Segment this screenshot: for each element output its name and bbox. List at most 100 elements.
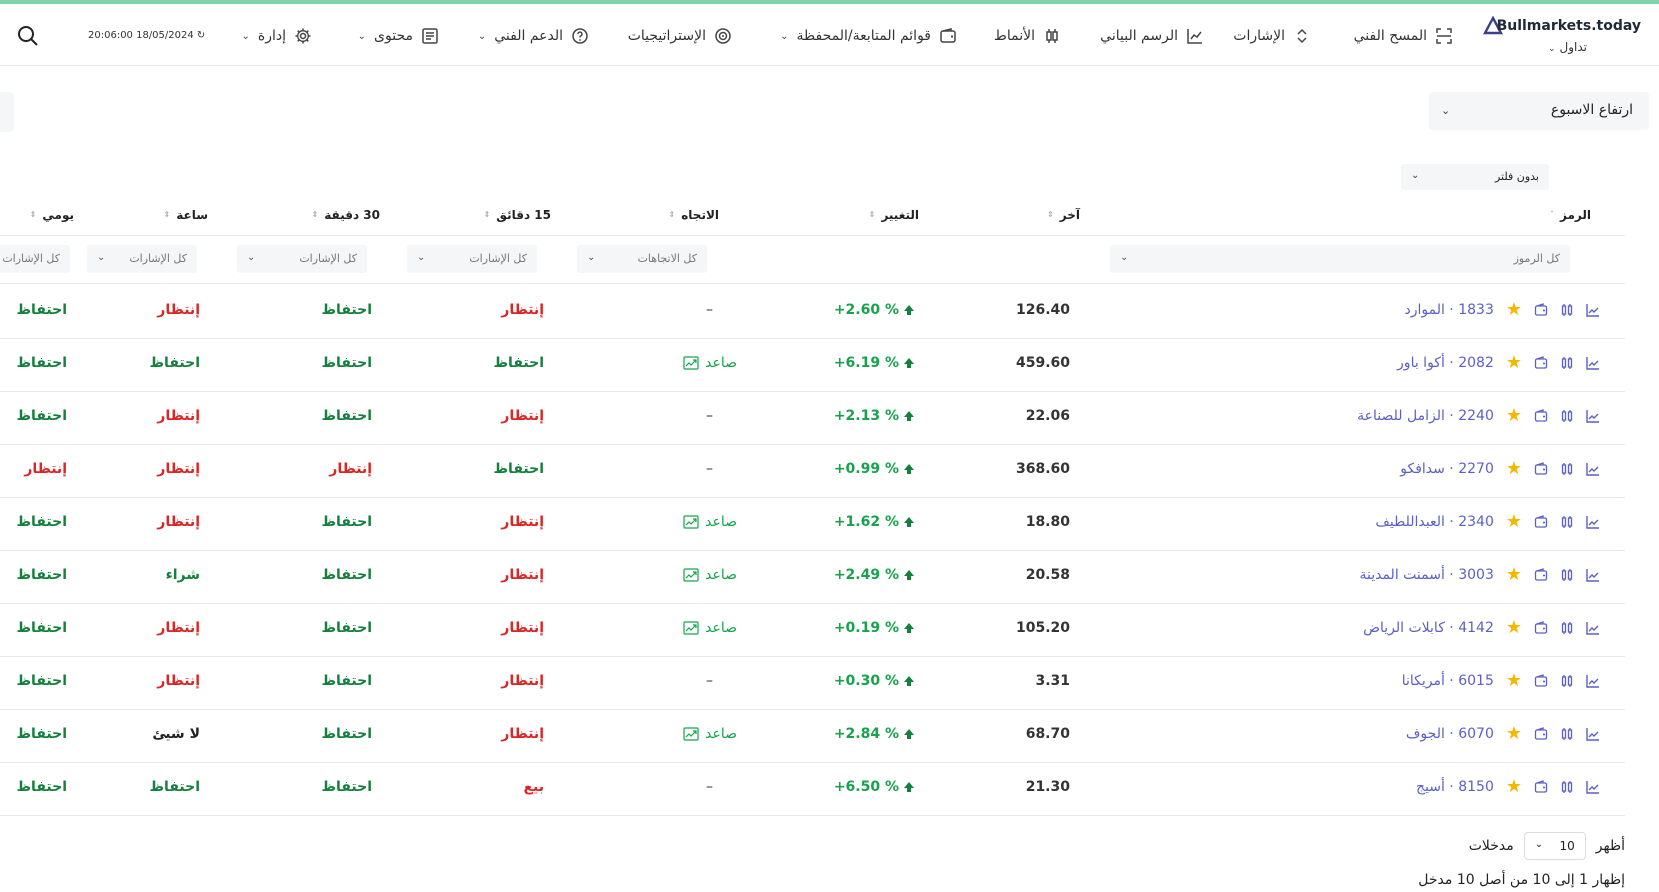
chart-icon[interactable] <box>1586 515 1600 529</box>
page-length-select[interactable]: 10 ⌄ <box>1523 832 1586 860</box>
candlestick-icon[interactable] <box>1560 727 1574 741</box>
refresh-icon[interactable]: ↻ <box>197 30 205 41</box>
symbol-name: سدافكو <box>1400 461 1445 477</box>
row-actions: ★ <box>1506 672 1600 690</box>
candlestick-icon[interactable] <box>1560 409 1574 423</box>
wallet-icon[interactable] <box>1534 356 1548 370</box>
table-row: ★ 2270 · سدافكو 368.60 +0.99 % – احتفاظ … <box>0 444 1625 498</box>
nav-content[interactable]: محتوى ⌄ <box>358 22 439 50</box>
wallet-icon[interactable] <box>1534 303 1548 317</box>
chart-icon[interactable] <box>1586 356 1600 370</box>
brand[interactable]: Bullmarkets.today تداول⌄ <box>1481 12 1641 58</box>
chart-icon[interactable] <box>1586 409 1600 423</box>
preset-select[interactable]: ارتفاع الاسبوع ⌄ <box>1429 92 1649 130</box>
nav-technical-scan[interactable]: المسح الفني <box>1354 22 1453 50</box>
wallet-icon[interactable] <box>1534 568 1548 582</box>
symbol-link[interactable]: 6070 · الجوف <box>1406 726 1494 742</box>
col-symbol[interactable]: الرمز ˄ <box>1550 208 1591 222</box>
candlestick-icon[interactable] <box>1560 621 1574 635</box>
top-navbar: Bullmarkets.today تداول⌄ المسح الفني الإ… <box>0 4 1659 66</box>
nav-strategies[interactable]: الإستراتيجيات <box>628 22 732 50</box>
signal-15min: إنتظار <box>501 514 544 530</box>
star-icon[interactable]: ★ <box>1506 460 1522 478</box>
symbol-link[interactable]: 2082 · أكوا باور <box>1397 355 1494 371</box>
signal-daily: إنتظار <box>24 461 67 477</box>
trend-cell: – <box>706 673 713 689</box>
candlestick-icon[interactable] <box>1560 462 1574 476</box>
signal-daily: احتفاظ <box>16 779 67 795</box>
trending-up-icon <box>683 621 699 635</box>
nav-patterns[interactable]: الأنماط <box>994 22 1061 50</box>
chart-icon[interactable] <box>1586 303 1600 317</box>
signal-filter-30min[interactable]: كل الإشارات ⌄ <box>237 245 367 273</box>
symbol-name: كابلات الرياض <box>1363 620 1445 636</box>
trend-filter-value: كل الاتجاهات <box>637 252 697 265</box>
filter-select[interactable]: بدون فلتر ⌄ <box>1401 164 1549 190</box>
wallet-icon[interactable] <box>1534 515 1548 529</box>
chart-icon[interactable] <box>1586 462 1600 476</box>
chart-icon[interactable] <box>1586 621 1600 635</box>
chevron-down-icon: ⌄ <box>357 30 367 42</box>
star-icon[interactable]: ★ <box>1506 619 1522 637</box>
signal-filter-15min-value: كل الإشارات <box>469 252 527 265</box>
candlestick-icon[interactable] <box>1560 780 1574 794</box>
wallet-icon[interactable] <box>1534 621 1548 635</box>
symbol-link[interactable]: 1833 · الموارد <box>1404 302 1493 318</box>
wallet-icon[interactable] <box>1534 727 1548 741</box>
chart-icon[interactable] <box>1586 727 1600 741</box>
col-30min-label: 30 دقيقة <box>324 208 380 222</box>
symbol-link[interactable]: 2240 · الزامل للصناعة <box>1357 408 1494 424</box>
nav-watchlists[interactable]: قوائم المتابعة/المحفظة ⌄ <box>780 22 957 50</box>
wallet-icon[interactable] <box>1534 462 1548 476</box>
star-icon[interactable]: ★ <box>1506 566 1522 584</box>
arrow-up-icon <box>904 517 914 527</box>
star-icon[interactable]: ★ <box>1506 354 1522 372</box>
trend-filter[interactable]: كل الاتجاهات ⌄ <box>577 245 707 273</box>
symbol-link[interactable]: 4142 · كابلات الرياض <box>1363 620 1494 636</box>
signal-hour: إنتظار <box>157 408 200 424</box>
star-icon[interactable]: ★ <box>1506 301 1522 319</box>
nav-support[interactable]: الدعم الفني ⌄ <box>478 22 589 50</box>
col-daily[interactable]: يومي ⇕ <box>30 208 74 222</box>
star-icon[interactable]: ★ <box>1506 407 1522 425</box>
chart-icon[interactable] <box>1586 568 1600 582</box>
star-icon[interactable]: ★ <box>1506 513 1522 531</box>
nav-admin[interactable]: إدارة ⌄ <box>242 22 313 50</box>
signal-filter-hour[interactable]: كل الإشارات ⌄ <box>87 245 197 273</box>
trend-cell: صاعد <box>683 567 737 583</box>
col-last[interactable]: آخر ⇕ <box>1047 208 1080 222</box>
wallet-icon[interactable] <box>1534 780 1548 794</box>
symbol-filter[interactable]: كل الرموز ⌄ <box>1110 245 1570 273</box>
search-icon[interactable] <box>16 24 40 48</box>
col-hour-label: ساعة <box>176 208 208 222</box>
nav-signals[interactable]: الإشارات <box>1233 22 1311 50</box>
symbol-cell: ★ 2240 · الزامل للصناعة <box>1357 407 1600 425</box>
chart-icon[interactable] <box>1586 780 1600 794</box>
symbol-link[interactable]: 6015 · أمريكانا <box>1402 673 1494 689</box>
candlestick-icon[interactable] <box>1560 568 1574 582</box>
brand-subtitle[interactable]: تداول⌄ <box>1548 40 1587 54</box>
col-trend[interactable]: الاتجاه ⇕ <box>669 208 720 222</box>
symbol-link[interactable]: 3003 · أسمنت المدينة <box>1359 567 1493 583</box>
brand-subtitle-text: تداول <box>1559 40 1588 54</box>
star-icon[interactable]: ★ <box>1506 778 1522 796</box>
signal-filter-15min[interactable]: كل الإشارات ⌄ <box>407 245 537 273</box>
symbol-link[interactable]: 2340 · العبداللطيف <box>1375 514 1493 530</box>
candlestick-icon[interactable] <box>1560 356 1574 370</box>
wallet-icon[interactable] <box>1534 409 1548 423</box>
candlestick-icon[interactable] <box>1560 674 1574 688</box>
col-30min[interactable]: 30 دقيقة ⇕ <box>312 208 380 222</box>
col-change[interactable]: التغيير ⇕ <box>869 208 919 222</box>
chart-icon[interactable] <box>1586 674 1600 688</box>
symbol-link[interactable]: 2270 · سدافكو <box>1400 461 1494 477</box>
symbol-link[interactable]: 8150 · أسيج <box>1416 779 1494 795</box>
nav-chart[interactable]: الرسم البياني <box>1100 22 1204 50</box>
candlestick-icon[interactable] <box>1560 303 1574 317</box>
wallet-icon[interactable] <box>1534 674 1548 688</box>
star-icon[interactable]: ★ <box>1506 672 1522 690</box>
col-15min[interactable]: 15 دقائق ⇕ <box>484 208 551 222</box>
star-icon[interactable]: ★ <box>1506 725 1522 743</box>
signal-filter-daily[interactable]: كل الإشارات⌄ <box>0 245 70 273</box>
col-hour[interactable]: ساعة ⇕ <box>164 208 208 222</box>
candlestick-icon[interactable] <box>1560 515 1574 529</box>
